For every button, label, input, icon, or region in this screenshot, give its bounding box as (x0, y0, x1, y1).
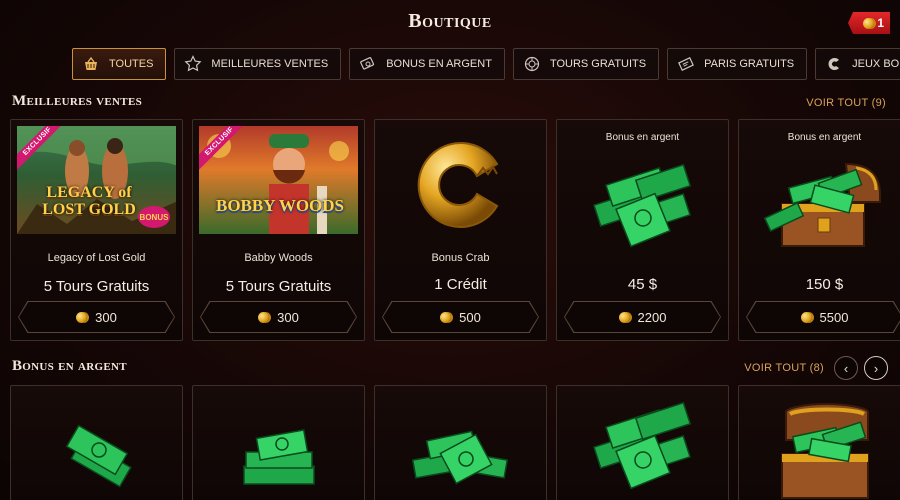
buy-button[interactable]: 300 (18, 301, 175, 333)
tab-bonus-games[interactable]: JEUX BONUS (815, 48, 900, 80)
carousel-prev-button[interactable]: ‹ (834, 356, 858, 380)
spin-icon (522, 54, 542, 74)
product-card[interactable] (10, 385, 183, 500)
product-reward: 5 Tours Gratuits (43, 278, 150, 295)
page-title: Boutique (408, 10, 492, 32)
cash-bonus-title: Bonus en argent (12, 358, 127, 374)
product-price: 300 (95, 309, 117, 325)
ticket-icon (676, 54, 696, 74)
coin-icon (618, 311, 630, 323)
star-icon (183, 54, 203, 74)
see-all-best-sellers-link[interactable]: VOIR TOUT (9) (806, 97, 886, 109)
product-card[interactable]: Bonus en argent 45 $ 2200 (556, 119, 729, 341)
product-reward: 5 Tours Gratuits (225, 278, 332, 295)
cash-bundle-icon (193, 416, 364, 496)
buy-button[interactable]: 5500 (746, 301, 900, 333)
tab-label: TOUTES (109, 58, 154, 70)
cash-bundle-icon (557, 396, 728, 496)
basket-icon (81, 54, 101, 74)
buy-button[interactable]: 500 (382, 301, 539, 333)
cash-stack-icon (557, 154, 728, 254)
product-price: 5500 (819, 309, 849, 325)
bonus-logo: BONUS (138, 206, 170, 228)
product-reward: 150 $ (805, 276, 844, 293)
coin-balance-value: 1 (877, 16, 884, 30)
product-card[interactable] (556, 385, 729, 500)
game-thumbnail: EXCLUSIF LEGACY of LOST GOLD BONUS (17, 126, 176, 234)
tab-label: JEUX BONUS (852, 58, 900, 70)
product-card[interactable]: Bonus Crab 1 Crédit 500 (374, 119, 547, 341)
tab-best-sellers[interactable]: MEILLEURES VENTES (174, 48, 342, 80)
coin-icon (76, 311, 88, 323)
buy-button[interactable]: 2200 (564, 301, 721, 333)
product-name: Babby Woods (244, 252, 313, 264)
coin-icon (800, 311, 812, 323)
see-all-cash-bonus-link[interactable]: VOIR TOUT (8) (744, 362, 824, 374)
product-card[interactable] (738, 385, 900, 500)
tab-cash-bonus[interactable]: BONUS EN ARGENT (349, 48, 505, 80)
cash-bundle-icon (11, 416, 182, 496)
cash-bundle-icon (375, 412, 546, 496)
cash-icon (358, 54, 378, 74)
game-thumbnail: EXCLUSIF BOBBY WOODS (199, 126, 358, 234)
product-category: Bonus en argent (787, 132, 862, 143)
buy-button[interactable]: 300 (200, 301, 357, 333)
product-card[interactable] (374, 385, 547, 500)
chevron-left-icon: ‹ (843, 360, 849, 376)
crab-icon (824, 54, 844, 74)
crab-token-icon (375, 134, 546, 234)
product-reward: 1 Crédit (434, 276, 487, 293)
tab-label: PARIS GRATUITS (704, 58, 795, 70)
product-card[interactable]: EXCLUSIF LEGACY of LOST GOLD BONUS Legac… (10, 119, 183, 341)
coin-icon (440, 311, 452, 323)
carousel-next-button[interactable]: › (864, 356, 888, 380)
product-reward: 45 $ (627, 276, 658, 293)
tab-all[interactable]: TOUTES (72, 48, 167, 80)
tab-free-bets[interactable]: PARIS GRATUITS (667, 48, 808, 80)
tab-label: BONUS EN ARGENT (386, 58, 492, 70)
product-price: 300 (277, 309, 299, 325)
best-sellers-row: EXCLUSIF LEGACY of LOST GOLD BONUS Legac… (10, 119, 900, 341)
product-card[interactable]: EXCLUSIF BOBBY WOODS Babby Woods 5 Tours… (192, 119, 365, 341)
best-sellers-title: Meilleures ventes (12, 93, 142, 109)
product-category: Bonus en argent (605, 132, 680, 143)
treasure-chest-icon (739, 402, 900, 500)
coin-icon (863, 17, 875, 29)
chevron-right-icon: › (873, 360, 879, 376)
game-logo: LEGACY of LOST GOLD (42, 184, 136, 218)
category-tabs: TOUTES MEILLEURES VENTES BONUS EN ARGENT… (72, 48, 900, 80)
tab-label: TOURS GRATUITS (549, 58, 647, 70)
game-logo: BOBBY WOODS (215, 196, 344, 215)
cash-bonus-row (10, 385, 900, 500)
treasure-chest-icon (739, 154, 900, 254)
coin-balance-badge[interactable]: 1 (848, 12, 890, 34)
product-price: 500 (459, 309, 481, 325)
product-card[interactable] (192, 385, 365, 500)
product-card[interactable]: Bonus en argent 150 $ 5500 (738, 119, 900, 341)
tab-free-spins[interactable]: TOURS GRATUITS (512, 48, 660, 80)
product-price: 2200 (637, 309, 667, 325)
tab-label: MEILLEURES VENTES (211, 58, 329, 70)
product-name: Bonus Crab (431, 252, 490, 264)
product-name: Legacy of Lost Gold (47, 252, 146, 264)
coin-icon (258, 311, 270, 323)
